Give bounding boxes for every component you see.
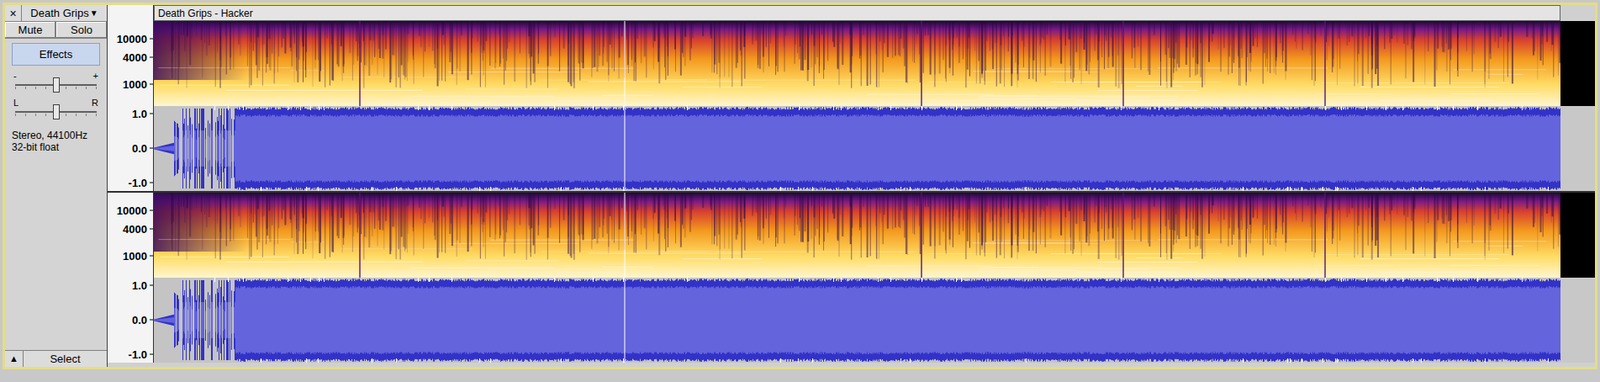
gain-slider[interactable]: -+	[11, 72, 101, 95]
audio-channel: 10000 4000 1000 1.0 0.0 -1.0	[107, 21, 1595, 191]
vertical-ruler: 1.0 0.0 -1.0	[107, 105, 154, 191]
spectrogram-band[interactable]	[153, 192, 1595, 278]
slider-thumb[interactable]	[52, 77, 60, 93]
vertical-ruler: 10000 4000 1000	[107, 192, 154, 278]
ruler-label: 10000	[116, 204, 150, 217]
select-button[interactable]: Select	[23, 350, 107, 367]
track-name-menu[interactable]: Death Grips▼	[21, 5, 107, 22]
ruler-label: 1000	[122, 249, 150, 263]
track-control-panel: ×Death Grips▼MuteSolo Effects -+ LR Stereo, …	[5, 5, 108, 367]
waveform	[153, 277, 1561, 363]
spectrogram	[153, 192, 1561, 278]
pan-slider[interactable]: LR	[11, 99, 101, 122]
clip-title-bar[interactable]: Death Grips - Hacker	[153, 5, 1561, 22]
mute-button[interactable]: Mute	[5, 21, 57, 38]
ruler-label: -1.0	[128, 348, 150, 361]
ruler-label: 0.0	[132, 142, 150, 155]
slider-thumb[interactable]	[52, 104, 60, 120]
solo-button[interactable]: Solo	[56, 21, 107, 38]
audacity-window: ×Death Grips▼MuteSolo Effects -+ LR Stereo, …	[0, 0, 1600, 382]
track-display: Death Grips - Hacker10000400010001.00.0-…	[107, 5, 1595, 367]
ruler-label: 1000	[122, 78, 150, 91]
track-info: Stereo, 44100Hz32-bit float	[5, 129, 107, 154]
effects-button[interactable]: Effects	[11, 42, 101, 66]
ruler-label: 1.0	[132, 279, 150, 292]
waveform-band[interactable]	[153, 105, 1595, 191]
track: ×Death Grips▼MuteSolo Effects -+ LR Stereo, …	[2, 2, 1598, 370]
spectrogram	[153, 21, 1561, 106]
spectrogram-band[interactable]	[153, 21, 1595, 106]
vertical-ruler: 10000 4000 1000	[107, 21, 154, 106]
ruler-label: -1.0	[128, 176, 150, 190]
ruler-label: 0.0	[132, 313, 150, 327]
ruler-label: 4000	[122, 51, 150, 64]
collapse-button[interactable]: ▲	[5, 350, 24, 367]
ruler-label: 4000	[122, 222, 150, 236]
close-track-button[interactable]: ×	[5, 5, 22, 22]
ruler-label: 10000	[116, 32, 150, 46]
waveform	[153, 105, 1561, 191]
ruler-label: 1.0	[132, 107, 150, 121]
vertical-ruler: 1.0 0.0 -1.0	[107, 277, 154, 363]
waveform-band[interactable]	[153, 277, 1595, 363]
audio-channel: 10000 4000 1000 1.0 0.0 -1.0	[107, 192, 1595, 363]
